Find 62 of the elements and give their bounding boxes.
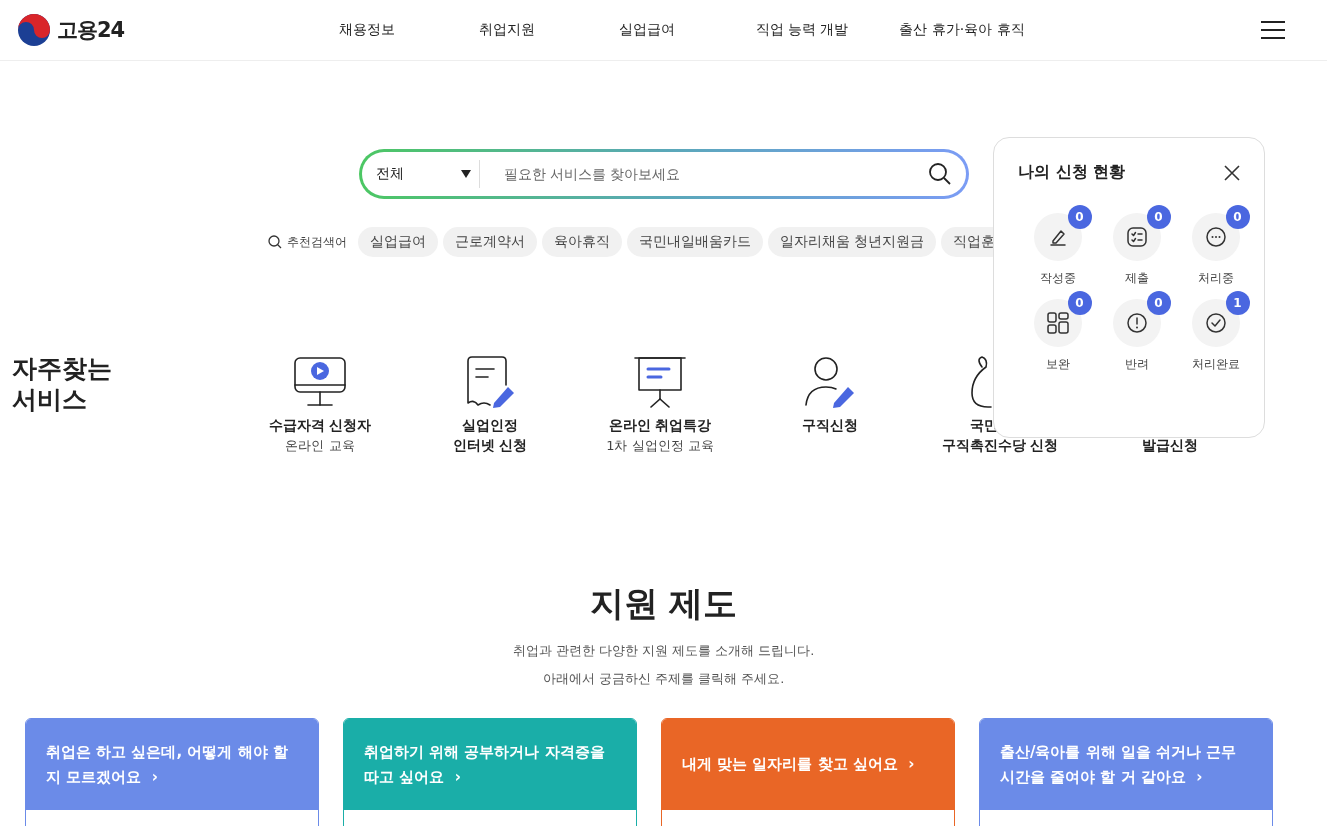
ellipsis-circle-icon — [1204, 226, 1227, 248]
count-badge: 0 — [1225, 205, 1250, 229]
card-text: 취업하기 위해 공부하거나 자격증을 따고 싶어요 › — [364, 741, 606, 788]
status-label[interactable]: 처리중 — [1197, 270, 1234, 287]
keyword-chip[interactable]: 육아휴직 — [542, 227, 622, 257]
checklist-icon — [1125, 226, 1148, 248]
status-label[interactable]: 처리완료 — [1191, 356, 1240, 373]
document-pencil-icon — [464, 355, 516, 409]
site-logo[interactable]: 고용24 — [57, 16, 125, 44]
pencil-icon — [1048, 228, 1067, 246]
nav-link[interactable]: 출산 휴가·육아 휴직 — [887, 21, 1037, 39]
count-badge: 0 — [1146, 205, 1171, 229]
section-description: 취업과 관련한 다양한 지원 제도를 소개해 드립니다. — [512, 643, 815, 658]
check-circle-icon — [1204, 312, 1227, 334]
service-title[interactable]: 수급자격 신청자 — [268, 417, 372, 435]
category-dropdown[interactable]: 전체 — [375, 160, 480, 188]
service-title[interactable]: 구직신청 — [802, 417, 858, 435]
alert-circle-icon — [1125, 312, 1148, 334]
count-badge: 0 — [1067, 291, 1092, 315]
section-description: 아래에서 궁금하신 주제를 클릭해 주세요. — [542, 671, 785, 686]
grid-icon — [1045, 311, 1070, 335]
nav-link[interactable]: 취업지원 — [437, 21, 577, 39]
keyword-chip[interactable]: 실업급여 — [358, 227, 438, 257]
monitor-play-icon — [293, 355, 347, 409]
service-subtitle[interactable]: 구직촉진수당 신청 — [941, 437, 1059, 455]
service-subtitle[interactable]: 발급신청 — [1142, 437, 1198, 455]
nav-link[interactable]: 실업급여 — [577, 21, 717, 39]
service-title[interactable]: 실업인정 — [462, 417, 518, 435]
search-icon[interactable] — [927, 162, 952, 186]
keyword-chip[interactable]: 근로계약서 — [443, 227, 537, 257]
panel-title: 나의 신청 현황 — [1018, 162, 1126, 183]
service-subtitle[interactable]: 1차 실업인정 교육 — [606, 437, 714, 455]
close-button[interactable] — [1224, 164, 1240, 181]
nav-link[interactable]: 직업 능력 개발 — [717, 21, 887, 39]
logo-icon — [17, 13, 51, 47]
card-text: 출산/육아를 위해 일을 쉬거나 근무 시간을 줄여야 할 거 같아요 › — [1000, 741, 1238, 788]
count-badge: 0 — [1067, 205, 1092, 229]
section-title: 자주찾는 서비스 — [12, 353, 113, 416]
card-text: 내게 맞는 일자리를 찾고 싶어요 › — [682, 754, 915, 775]
section-title: 지원 제도 — [589, 582, 738, 625]
status-label[interactable]: 제출 — [1124, 270, 1149, 287]
keyword-chip[interactable]: 일자리채움 청년지원금 — [768, 227, 937, 257]
search-field[interactable]: 전체 필요한 서비스를 찾아보세요 — [358, 149, 969, 199]
count-badge: 1 — [1225, 291, 1250, 315]
recommended-label: 추천검색어 — [287, 233, 347, 251]
menu-button[interactable] — [1261, 21, 1285, 39]
service-subtitle[interactable]: 인터넷 신청 — [452, 437, 528, 455]
count-badge: 0 — [1146, 291, 1171, 315]
service-title[interactable]: 온라인 취업특강 — [608, 417, 712, 435]
service-subtitle[interactable]: 온라인 교육 — [285, 437, 355, 455]
caret-icon — [460, 170, 471, 178]
card-text: 취업은 하고 싶은데, 어떻게 해야 할 지 모르겠어요 › — [46, 741, 289, 788]
presentation-board-icon — [633, 355, 687, 409]
status-label[interactable]: 작성중 — [1039, 270, 1076, 287]
menu-icon — [1261, 21, 1285, 39]
status-label[interactable]: 보완 — [1045, 356, 1070, 373]
person-pencil-icon — [804, 355, 856, 409]
search-icon — [268, 235, 282, 249]
nav-link[interactable]: 채용정보 — [297, 21, 437, 39]
keyword-chip[interactable]: 국민내일배움카드 — [627, 227, 763, 257]
close-icon — [1224, 164, 1240, 181]
status-label[interactable]: 반려 — [1124, 356, 1149, 373]
